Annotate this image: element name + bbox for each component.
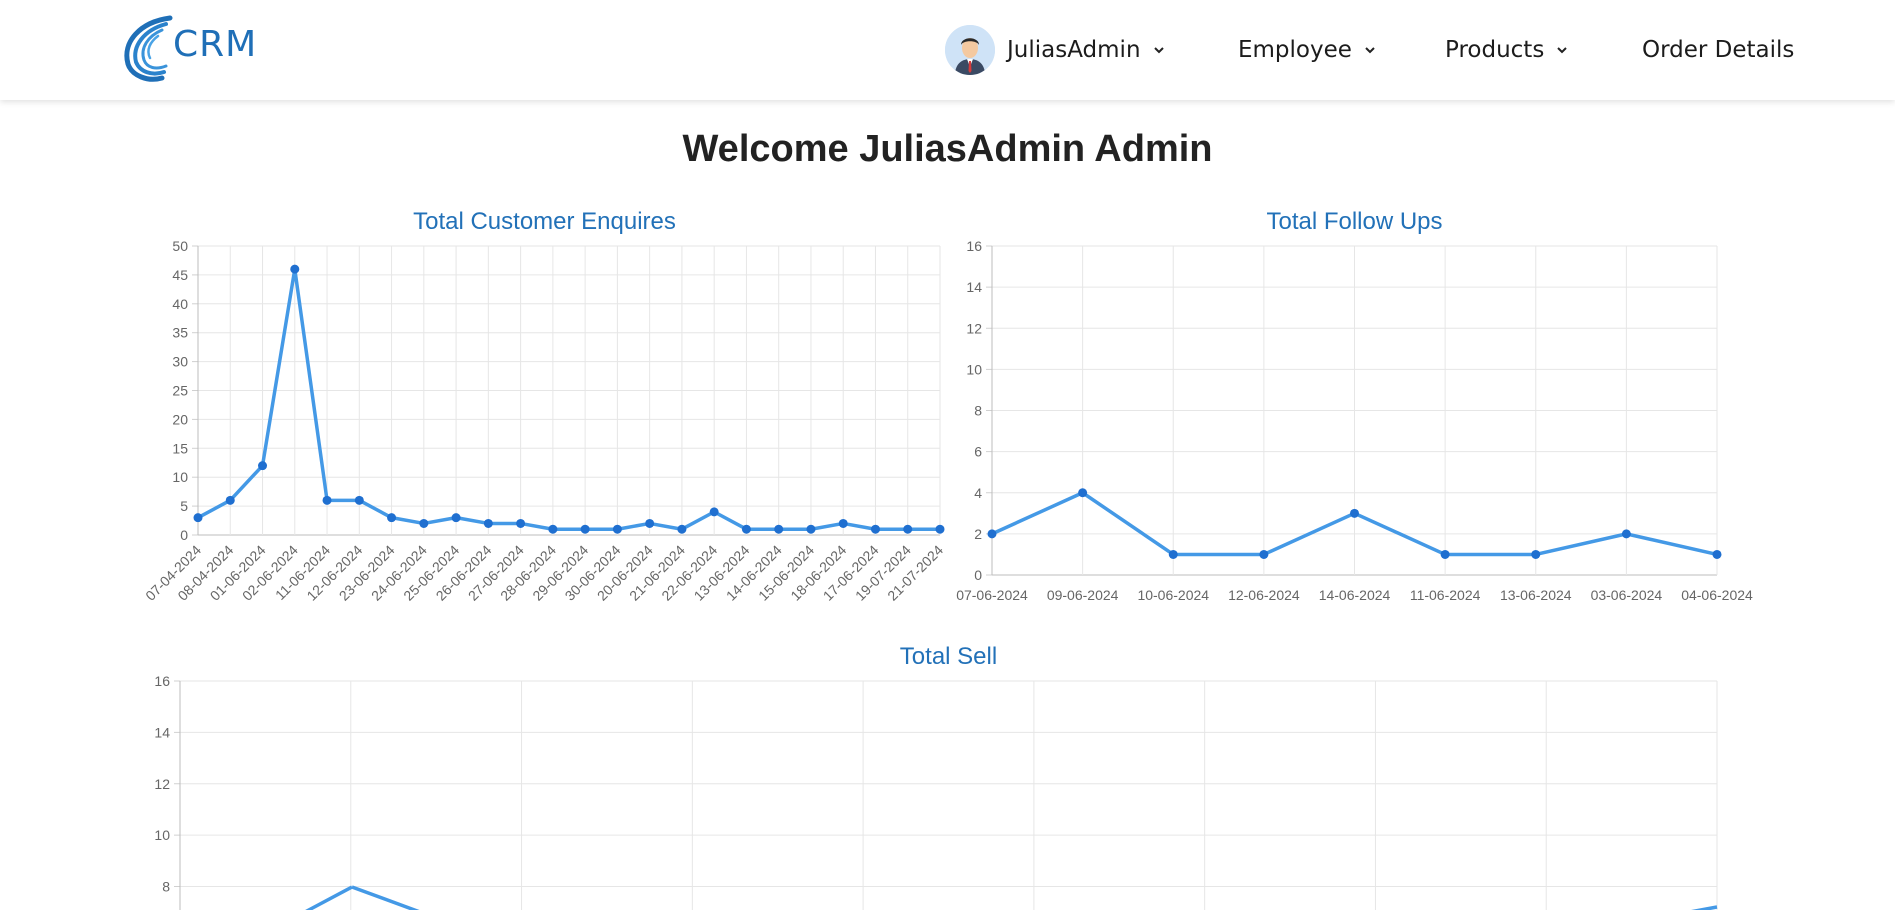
x-tick-label: 11-06-2024 bbox=[1410, 587, 1481, 603]
data-point bbox=[225, 495, 235, 505]
x-tick-label: 13-06-2024 bbox=[1500, 587, 1572, 603]
y-tick-label: 16 bbox=[966, 238, 982, 254]
chevron-down-icon bbox=[1153, 47, 1164, 54]
data-point bbox=[419, 518, 429, 528]
y-tick-label: 10 bbox=[172, 469, 188, 485]
data-point bbox=[612, 524, 622, 534]
y-tick-label: 5 bbox=[180, 498, 188, 514]
y-tick-label: 0 bbox=[180, 527, 188, 543]
x-tick-label: 04-06-2024 bbox=[1681, 587, 1753, 603]
total-sell-chart: 8 10 12 14 16 bbox=[154, 673, 1718, 910]
data-point bbox=[290, 264, 300, 274]
data-point bbox=[516, 518, 526, 528]
data-point bbox=[548, 524, 558, 534]
data-point bbox=[322, 495, 332, 505]
data-point bbox=[677, 524, 687, 534]
y-tick-label: 8 bbox=[974, 403, 982, 419]
page-title: Welcome JuliasAdmin Admin bbox=[682, 128, 1213, 170]
y-tick-label: 45 bbox=[172, 267, 188, 283]
data-point bbox=[483, 518, 493, 528]
data-point bbox=[1168, 549, 1178, 559]
y-tick-label: 20 bbox=[172, 411, 188, 427]
user-name-label: JuliasAdmin bbox=[1007, 37, 1141, 63]
series-line bbox=[197, 267, 940, 531]
crm-logo[interactable]: CRM bbox=[118, 12, 278, 84]
data-point bbox=[709, 507, 719, 517]
y-tick-label: 14 bbox=[154, 724, 170, 740]
y-tick-label: 16 bbox=[154, 673, 170, 689]
data-point bbox=[838, 518, 848, 528]
x-tick-label: 12-06-2024 bbox=[1228, 587, 1300, 603]
data-point bbox=[1440, 549, 1450, 559]
y-tick-label: 4 bbox=[974, 485, 982, 501]
user-avatar bbox=[945, 25, 995, 75]
y-tick-label: 25 bbox=[172, 383, 188, 399]
data-point bbox=[580, 524, 590, 534]
x-tick-label: 03-06-2024 bbox=[1591, 587, 1663, 603]
navbar: CRM JuliasAdmin Employee Products Order … bbox=[0, 0, 1895, 100]
data-point bbox=[903, 524, 913, 534]
data-point bbox=[1078, 488, 1088, 498]
nav-order-details[interactable]: Order Details bbox=[1642, 30, 1794, 70]
data-point bbox=[741, 524, 751, 534]
series-line bbox=[351, 885, 420, 910]
y-tick-label: 12 bbox=[966, 320, 982, 336]
data-point bbox=[774, 524, 784, 534]
follow-ups-chart: 0 2 4 6 8 10 12 14 16 07-06-2024 09-06-2024 10-06-2… bbox=[956, 238, 1753, 603]
data-point bbox=[193, 513, 203, 523]
data-point bbox=[1259, 549, 1269, 559]
y-tick-label: 0 bbox=[974, 567, 982, 583]
y-tick-label: 10 bbox=[966, 361, 982, 377]
nav-employee[interactable]: Employee bbox=[1238, 30, 1378, 70]
data-point bbox=[354, 495, 364, 505]
chevron-down-icon bbox=[1365, 47, 1375, 54]
avatar-person-icon bbox=[945, 25, 995, 75]
nav-employee-label: Employee bbox=[1238, 37, 1352, 63]
enquiries-chart: 0510152025303540455007-04-202408-04-2024… bbox=[142, 238, 946, 604]
y-tick-label: 14 bbox=[966, 279, 982, 295]
y-tick-label: 12 bbox=[154, 776, 170, 792]
y-tick-label: 6 bbox=[974, 444, 982, 460]
data-point bbox=[645, 518, 655, 528]
y-tick-label: 15 bbox=[172, 440, 188, 456]
y-tick-label: 10 bbox=[154, 827, 170, 843]
data-point bbox=[987, 529, 997, 539]
nav-products[interactable]: Products bbox=[1445, 30, 1570, 70]
data-point bbox=[387, 513, 397, 523]
data-point bbox=[806, 524, 816, 534]
data-point bbox=[1621, 529, 1631, 539]
logo-text: CRM bbox=[173, 24, 258, 65]
nav-order-details-label: Order Details bbox=[1642, 37, 1795, 63]
y-tick-label: 40 bbox=[172, 296, 188, 312]
x-tick-label: 09-06-2024 bbox=[1047, 587, 1119, 603]
data-point bbox=[451, 513, 461, 523]
nav-products-label: Products bbox=[1445, 37, 1545, 63]
x-tick-label: 10-06-2024 bbox=[1137, 587, 1209, 603]
swirl-logo-icon bbox=[124, 15, 173, 82]
data-point bbox=[1531, 549, 1541, 559]
data-point bbox=[1350, 508, 1359, 518]
data-point bbox=[1712, 549, 1722, 559]
x-tick-label: 14-06-2024 bbox=[1319, 587, 1391, 603]
series-line bbox=[305, 885, 353, 910]
y-tick-label: 8 bbox=[162, 879, 170, 895]
data-point bbox=[258, 461, 268, 471]
data-point bbox=[870, 524, 880, 534]
chevron-down-icon bbox=[1557, 47, 1568, 54]
y-tick-label: 35 bbox=[172, 325, 188, 341]
y-tick-label: 50 bbox=[172, 238, 188, 254]
user-menu[interactable]: JuliasAdmin bbox=[945, 25, 1167, 75]
y-tick-label: 2 bbox=[974, 526, 982, 542]
y-tick-label: 30 bbox=[172, 354, 188, 370]
x-tick-label: 07-06-2024 bbox=[956, 587, 1028, 603]
